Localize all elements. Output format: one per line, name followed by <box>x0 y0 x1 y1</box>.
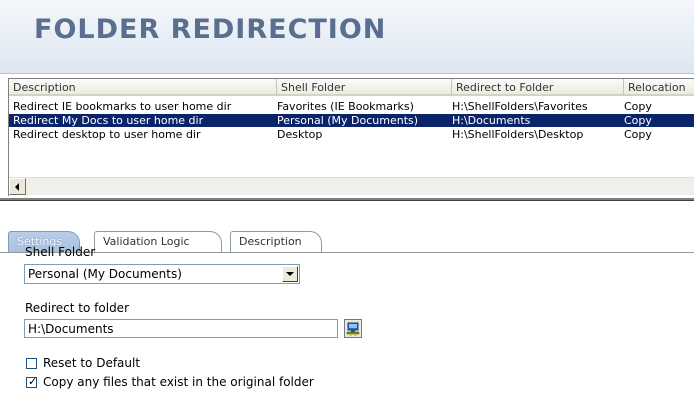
table-row[interactable]: Redirect IE bookmarks to user home dir F… <box>9 100 694 113</box>
browse-button[interactable] <box>344 319 362 338</box>
cell-redirect: H:\ShellFolders\Desktop <box>452 128 584 141</box>
table-row[interactable]: Redirect desktop to user home dir Deskto… <box>9 128 694 141</box>
redirect-label: Redirect to folder <box>25 301 129 315</box>
header-banner: FOLDER REDIRECTION <box>0 0 694 74</box>
cell-shell-folder: Personal (My Documents) <box>277 114 419 127</box>
cell-relocation: Copy <box>624 128 652 141</box>
table-row-selected[interactable]: Redirect My Docs to user home dir Person… <box>9 114 694 127</box>
column-header-shell-folder[interactable]: Shell Folder <box>277 79 452 96</box>
cell-shell-folder: Desktop <box>277 128 323 141</box>
tab-validation-logic[interactable]: Validation Logic <box>94 231 222 253</box>
cell-relocation: Copy <box>624 100 652 113</box>
chevron-down-icon[interactable] <box>282 266 298 282</box>
cell-redirect: H:\Documents <box>452 114 531 127</box>
column-header-description[interactable]: Description <box>9 79 277 96</box>
page-title: FOLDER REDIRECTION <box>34 14 387 45</box>
reset-to-default-checkbox[interactable] <box>26 358 37 369</box>
copy-files-checkbox[interactable]: ✓ <box>26 375 38 388</box>
redirect-folder-input[interactable] <box>24 319 338 338</box>
cell-description: Redirect desktop to user home dir <box>13 128 201 141</box>
cell-shell-folder: Favorites (IE Bookmarks) <box>277 100 414 113</box>
column-header-relocation[interactable]: Relocation <box>624 79 694 96</box>
shell-folder-label: Shell Folder <box>25 245 96 259</box>
cell-description: Redirect IE bookmarks to user home dir <box>13 100 232 113</box>
checkmark-icon: ✓ <box>28 375 38 388</box>
arrow-left-icon[interactable] <box>9 178 26 195</box>
cell-description: Redirect My Docs to user home dir <box>13 114 204 127</box>
cell-relocation: Copy <box>624 114 652 127</box>
tab-description[interactable]: Description <box>230 231 322 253</box>
shell-folder-dropdown[interactable]: Personal (My Documents) <box>24 264 300 284</box>
reset-to-default-label: Reset to Default <box>43 356 141 370</box>
shell-folder-selected-value: Personal (My Documents) <box>28 267 182 281</box>
copy-files-label: Copy any files that exist in the origina… <box>43 375 314 389</box>
horizontal-scrollbar[interactable] <box>9 177 694 195</box>
cell-redirect: H:\ShellFolders\Favorites <box>452 100 588 113</box>
folder-browse-icon <box>346 322 360 336</box>
tab-strip-border <box>0 252 694 253</box>
column-header-redirect-to-folder[interactable]: Redirect to Folder <box>452 79 624 96</box>
pane-splitter-shadow <box>0 200 694 201</box>
